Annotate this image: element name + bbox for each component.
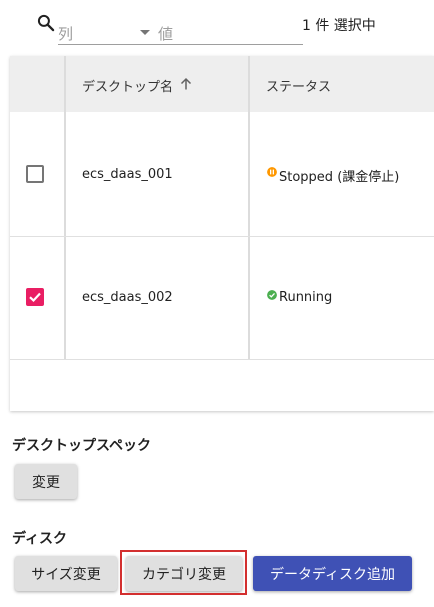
selected-count: 1 件 選択中 bbox=[302, 18, 376, 34]
column-placeholder: 列 bbox=[58, 25, 74, 43]
table-row[interactable]: ecs_daas_001 Stopped (課金停止) bbox=[10, 113, 434, 235]
header-desktop-name[interactable]: デスクトップ名 bbox=[82, 76, 173, 95]
row-checkbox[interactable] bbox=[26, 165, 44, 183]
spec-change-button[interactable]: 変更 bbox=[15, 464, 77, 499]
status-cell: Running bbox=[279, 290, 333, 305]
filter-underline bbox=[58, 44, 303, 45]
add-data-disk-button[interactable]: データディスク追加 bbox=[253, 556, 412, 591]
search-icon bbox=[37, 14, 55, 32]
chevron-down-icon[interactable] bbox=[140, 30, 150, 35]
row-divider bbox=[10, 359, 434, 360]
column-select[interactable]: 列 bbox=[58, 22, 152, 44]
desktop-table: デスクトップ名 ステータス ecs_daas_001 Stopped (課金停止… bbox=[10, 56, 434, 411]
filter-bar: 列 値 1 件 選択中 bbox=[0, 0, 434, 50]
arrow-up-icon[interactable] bbox=[179, 77, 193, 91]
value-placeholder: 値 bbox=[158, 25, 174, 43]
table-row[interactable]: ecs_daas_002 Running bbox=[10, 237, 434, 359]
value-input[interactable]: 値 bbox=[158, 22, 302, 44]
row-checkbox-checked[interactable] bbox=[26, 288, 44, 306]
table-header: デスクトップ名 ステータス bbox=[10, 56, 434, 112]
disk-section-title: ディスク bbox=[12, 531, 68, 547]
desktop-name-cell: ecs_daas_001 bbox=[82, 167, 173, 182]
spec-section-title: デスクトップスペック bbox=[12, 438, 152, 454]
highlight-box bbox=[120, 550, 247, 595]
check-circle-icon bbox=[267, 290, 277, 300]
status-cell: Stopped (課金停止) bbox=[279, 170, 400, 185]
pause-icon bbox=[267, 167, 277, 177]
size-change-button[interactable]: サイズ変更 bbox=[15, 556, 117, 591]
header-status[interactable]: ステータス bbox=[266, 76, 331, 95]
desktop-name-cell: ecs_daas_002 bbox=[82, 290, 173, 305]
check-icon bbox=[29, 292, 41, 303]
